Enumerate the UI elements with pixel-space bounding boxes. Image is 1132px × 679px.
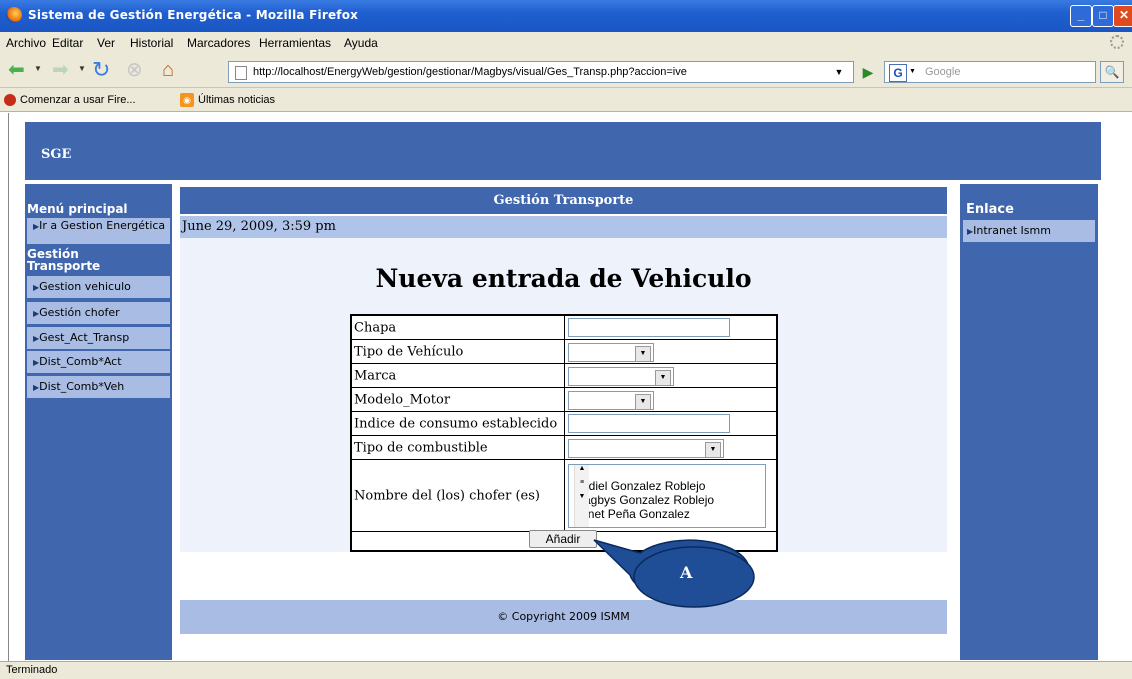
- chevron-down-icon: ▼: [635, 346, 651, 362]
- tipo-vehiculo-select[interactable]: ▼: [568, 343, 654, 362]
- url-text: http://localhost/EnergyWeb/gestion/gesti…: [253, 66, 687, 78]
- listbox-scrollbar[interactable]: ▲ ≡ ▼: [574, 465, 589, 527]
- sidebar-item-gestion-vehiculo[interactable]: ▶Gestion vehiculo: [27, 276, 170, 298]
- sidebar-item-intranet[interactable]: ▶Intranet Ismm: [963, 220, 1095, 242]
- back-dropdown-icon[interactable]: ▼: [34, 64, 42, 73]
- close-button[interactable]: ✕: [1113, 5, 1132, 27]
- label-tipo-combustible: Tipo de combustible: [354, 440, 488, 455]
- throbber-icon: [1110, 35, 1124, 49]
- menu-ver[interactable]: Ver: [97, 36, 115, 50]
- menu-editar[interactable]: Editar: [52, 36, 83, 50]
- chevron-down-icon: ▼: [655, 370, 671, 386]
- sidebar-item-gest-act-transp[interactable]: ▶Gest_Act_Transp: [27, 327, 170, 349]
- form-row-indice-consumo: Indice de consumo establecido: [352, 412, 776, 436]
- form-row-tipo-vehiculo: Tipo de Vehículo ▼: [352, 340, 776, 364]
- status-text: Terminado: [6, 664, 58, 676]
- chofer-option[interactable]: Abdiel Gonzalez Roblejo: [574, 479, 705, 493]
- menu-herramientas[interactable]: Herramientas: [259, 36, 331, 50]
- forward-arrow-icon[interactable]: ➡: [52, 58, 69, 82]
- minimize-button[interactable]: _: [1070, 5, 1092, 27]
- label-indice-consumo: Indice de consumo establecido: [354, 416, 558, 431]
- right-sidebar: Enlace ▶Intranet Ismm: [960, 184, 1098, 660]
- rss-feed-icon: ◉: [180, 93, 194, 107]
- sidebar-item-dist-comb-veh[interactable]: ▶Dist_Comb*Veh: [27, 376, 170, 398]
- footer-copyright: © Copyright 2009 ISMM: [180, 600, 947, 634]
- forward-dropdown-icon[interactable]: ▼: [78, 64, 86, 73]
- label-chapa: Chapa: [354, 320, 397, 335]
- main-menu-title: Menú principal: [27, 202, 128, 216]
- search-magnifier-icon[interactable]: 🔍: [1100, 61, 1124, 83]
- site-header: SGE: [25, 122, 1101, 180]
- go-arrow-icon[interactable]: ▶: [858, 62, 878, 82]
- form-row-chapa: Chapa: [352, 316, 776, 340]
- chofer-option[interactable]: Yanet Peña Gonzalez: [574, 507, 690, 521]
- menu-historial[interactable]: Historial: [130, 36, 173, 50]
- label-marca: Marca: [354, 368, 397, 383]
- home-icon[interactable]: ⌂: [162, 58, 174, 82]
- marca-select[interactable]: ▼: [568, 367, 674, 386]
- date-bar: June 29, 2009, 3:59 pm: [180, 216, 947, 238]
- menu-bar: Archivo Editar Ver Historial Marcadores …: [0, 32, 1132, 54]
- navigation-toolbar: ⬅ ▼ ➡ ▼ ↻ ⊗ ⌂ http://localhost/EnergyWeb…: [0, 54, 1132, 88]
- search-input[interactable]: G ▼ Google: [884, 61, 1096, 83]
- center-title: Gestión Transporte: [180, 187, 947, 214]
- form-row-chofer: Nombre del (los) chofer (es) Abdiel Gonz…: [352, 460, 776, 532]
- menu-archivo[interactable]: Archivo: [6, 36, 46, 50]
- chevron-down-icon: ▼: [705, 442, 721, 458]
- firefox-icon: [6, 7, 22, 23]
- annotation-label: A: [680, 563, 693, 582]
- page-icon: [235, 66, 247, 80]
- form-row-marca: Marca ▼: [352, 364, 776, 388]
- chofer-listbox[interactable]: Abdiel Gonzalez Roblejo Magbys Gonzalez …: [568, 464, 766, 528]
- stop-icon[interactable]: ⊗: [126, 58, 143, 82]
- sidebar-item-gestion-energetica[interactable]: ▶Ir a Gestion Energética: [27, 218, 170, 244]
- label-tipo-vehiculo: Tipo de Vehículo: [354, 344, 464, 359]
- bookmark-latest-news[interactable]: Últimas noticias: [198, 94, 275, 106]
- form-row-modelo-motor: Modelo_Motor ▼: [352, 388, 776, 412]
- bookmarks-toolbar: Comenzar a usar Fire... ◉ Últimas notici…: [0, 88, 1132, 112]
- label-modelo-motor: Modelo_Motor: [354, 392, 451, 407]
- label-chofer: Nombre del (los) chofer (es): [354, 488, 540, 503]
- maximize-button[interactable]: □: [1092, 5, 1114, 27]
- reload-icon[interactable]: ↻: [92, 58, 110, 82]
- site-title: SGE: [41, 147, 72, 162]
- engine-dropdown-icon[interactable]: ▼: [909, 68, 916, 75]
- chofer-option[interactable]: Magbys Gonzalez Roblejo: [574, 493, 714, 507]
- vehicle-form: Chapa Tipo de Vehículo ▼ Marca ▼ Modelo_…: [350, 314, 778, 552]
- google-engine-icon[interactable]: G: [889, 64, 907, 82]
- bookmark-getting-started[interactable]: Comenzar a usar Fire...: [20, 94, 136, 106]
- menu-marcadores[interactable]: Marcadores: [187, 36, 250, 50]
- form-row-tipo-combustible: Tipo de combustible ▼: [352, 436, 776, 460]
- url-input[interactable]: http://localhost/EnergyWeb/gestion/gesti…: [228, 61, 854, 83]
- modelo-motor-select[interactable]: ▼: [568, 391, 654, 410]
- chevron-down-icon: ▼: [635, 394, 651, 410]
- tipo-combustible-select[interactable]: ▼: [568, 439, 724, 458]
- indice-consumo-input[interactable]: [568, 414, 730, 433]
- left-sidebar: Menú principal ▶Ir a Gestion Energética …: [25, 184, 172, 660]
- sidebar-item-gestion-chofer[interactable]: ▶Gestión chofer: [27, 302, 170, 324]
- search-placeholder: Google: [925, 66, 961, 78]
- url-dropdown-icon[interactable]: ▼: [830, 62, 848, 82]
- firefox-bookmark-icon: [4, 94, 16, 106]
- menu-ayuda[interactable]: Ayuda: [344, 36, 378, 50]
- add-button[interactable]: Añadir: [529, 530, 597, 548]
- back-arrow-icon[interactable]: ⬅: [8, 58, 25, 82]
- page-title: Nueva entrada de Vehiculo: [375, 264, 752, 293]
- section-title: Gestión Transporte: [27, 247, 101, 273]
- links-title: Enlace: [966, 202, 1014, 217]
- chapa-input[interactable]: [568, 318, 730, 337]
- window-titlebar: Sistema de Gestión Energética - Mozilla …: [0, 0, 1132, 32]
- status-bar: Terminado: [0, 661, 1132, 679]
- annotation-callout: [593, 539, 755, 608]
- sidebar-item-dist-comb-act[interactable]: ▶Dist_Comb*Act: [27, 351, 170, 373]
- window-title: Sistema de Gestión Energética - Mozilla …: [28, 8, 359, 22]
